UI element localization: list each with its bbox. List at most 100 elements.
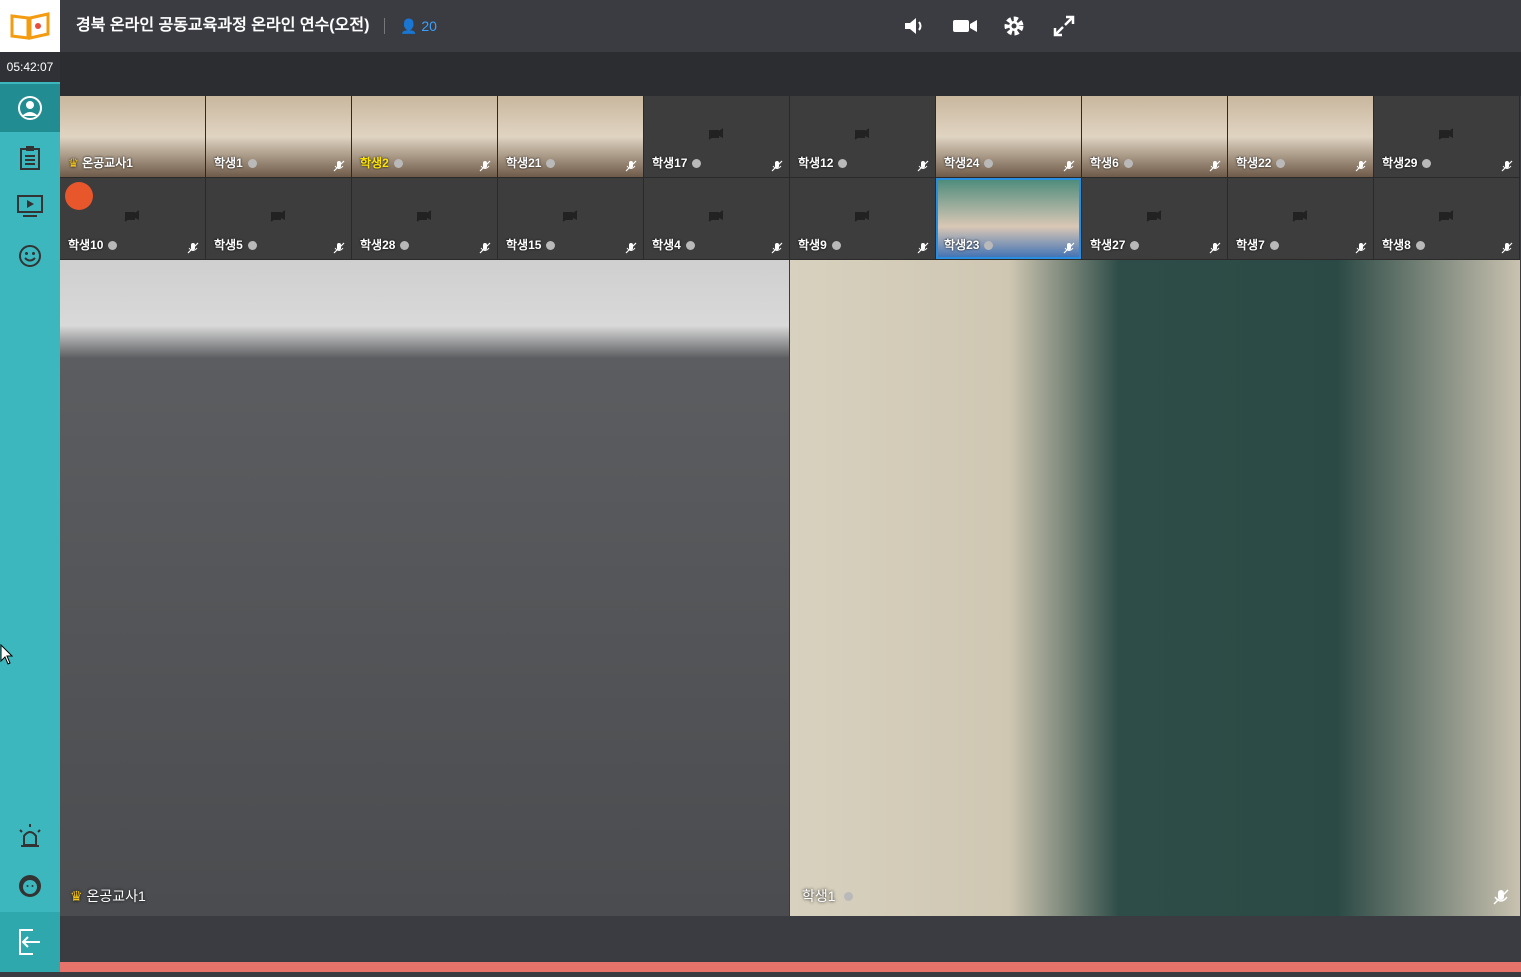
mic-muted-icon [333, 242, 345, 254]
settings-button[interactable] [1002, 14, 1028, 40]
bottom-bar [60, 916, 1521, 962]
participant-label: 학생9 [798, 236, 841, 253]
main-video-right[interactable]: 학생1 [790, 260, 1520, 916]
mic-muted-icon [625, 242, 637, 254]
participant-tile[interactable]: 학생8 [1374, 178, 1520, 260]
crown-icon: ♛ [70, 888, 83, 904]
sidebar-item-avatar[interactable] [12, 868, 48, 904]
status-dot [546, 241, 556, 250]
sidebar-item-screen-share[interactable] [12, 188, 48, 224]
participant-tile[interactable]: 학생1 [206, 96, 352, 178]
participant-name: 학생10 [68, 238, 104, 252]
status-dot [984, 159, 994, 168]
sidebar: 05:42:07 [0, 0, 60, 972]
participant-name: 학생4 [652, 238, 681, 252]
participant-name: 학생27 [1090, 238, 1126, 252]
page-title: 경북 온라인 공동교육과정 온라인 연수(오전) [76, 17, 370, 34]
speaker-button[interactable] [902, 14, 928, 40]
sidebar-item-profile[interactable] [0, 84, 60, 132]
profile-icon [18, 96, 42, 120]
status-dot [692, 159, 702, 168]
status-dot [1422, 159, 1432, 168]
participant-name: 학생9 [798, 238, 827, 252]
participant-tile[interactable]: 학생6 [1082, 96, 1228, 178]
participant-tile[interactable]: 학생23 [936, 178, 1082, 260]
camera-off-icon [124, 210, 140, 222]
main-video-left[interactable]: ♛ 온공교사1 [60, 260, 789, 916]
participant-name: 학생7 [1236, 238, 1265, 252]
participant-name: 학생17 [652, 156, 688, 170]
participant-label: 학생22 [1236, 154, 1286, 171]
exit-icon [19, 929, 40, 955]
participant-label: 학생29 [1382, 154, 1432, 171]
sidebar-item-clipboard[interactable] [12, 140, 48, 176]
exit-button[interactable] [0, 912, 60, 972]
participant-tile[interactable]: 학생2 [352, 96, 498, 178]
top-bar: 경북 온라인 공동교육과정 온라인 연수(오전) 👤 20 [60, 0, 1521, 52]
participant-tile[interactable]: 학생24 [936, 96, 1082, 178]
participant-tile[interactable]: 학생15 [498, 178, 644, 260]
speaker-icon [905, 18, 922, 34]
sidebar-item-emoji[interactable] [12, 238, 48, 274]
mic-muted-icon [1501, 160, 1513, 172]
camera-off-icon [1438, 128, 1454, 140]
status-dot [108, 241, 118, 250]
camera-off-icon [270, 210, 286, 222]
mic-muted-icon [1063, 242, 1075, 254]
participant-label: 학생15 [506, 236, 556, 253]
participant-tile[interactable]: 학생21 [498, 96, 644, 178]
camera-off-icon [854, 128, 870, 140]
main-video-right-label: 학생1 [802, 886, 854, 906]
participant-tile[interactable]: 학생17 [644, 96, 790, 178]
participant-label: 학생12 [798, 154, 848, 171]
main-video-right-name: 학생1 [802, 888, 836, 904]
status-dot [1123, 159, 1133, 168]
mic-muted-icon [771, 160, 783, 172]
participant-label: 학생24 [944, 154, 994, 171]
alarm-icon [19, 824, 41, 847]
participant-label: ♛ 온공교사1 [68, 154, 133, 171]
mic-muted-icon [1355, 160, 1367, 172]
camera-off-icon [1146, 210, 1162, 222]
mic-off-badge-icon [65, 182, 93, 210]
mic-muted-icon [1063, 160, 1075, 172]
participant-tile[interactable]: 학생22 [1228, 96, 1374, 178]
participant-label: 학생4 [652, 236, 695, 253]
participant-name: 학생6 [1090, 156, 1119, 170]
participant-tile[interactable]: 학생29 [1374, 96, 1520, 178]
participant-tile[interactable]: 학생27 [1082, 178, 1228, 260]
mic-muted-icon [1355, 242, 1367, 254]
participant-label: 학생27 [1090, 236, 1140, 253]
camera-button[interactable] [952, 14, 978, 40]
status-dot [393, 159, 403, 168]
participant-tile[interactable]: ♛ 온공교사1 [60, 96, 206, 178]
camera-off-icon [1438, 210, 1454, 222]
camera-off-icon [708, 210, 724, 222]
fullscreen-button[interactable] [1052, 14, 1078, 40]
status-dot [1276, 159, 1286, 168]
participant-tile[interactable]: 학생4 [644, 178, 790, 260]
mic-muted-icon [1493, 889, 1509, 905]
status-dot [685, 241, 695, 250]
sidebar-item-alarm[interactable] [12, 818, 48, 854]
participant-name: 학생5 [214, 238, 243, 252]
participant-count-value: 20 [421, 18, 437, 34]
mic-muted-icon [917, 242, 929, 254]
participant-grid: ♛ 온공교사1 학생1 학생2 학생21 학생17 학생12 학생24 학생6 학생22 학생29… [60, 96, 1520, 260]
camera-off-icon [708, 128, 724, 140]
participant-tile[interactable]: 학생28 [352, 178, 498, 260]
participant-label: 학생21 [506, 154, 556, 171]
video-camera-icon [953, 20, 977, 32]
participant-name: 학생1 [214, 156, 243, 170]
participant-tile[interactable]: 학생7 [1228, 178, 1374, 260]
participant-tile[interactable]: 학생12 [790, 96, 936, 178]
mic-muted-icon [625, 160, 637, 172]
mic-muted-icon [1501, 242, 1513, 254]
user-avatar-icon [19, 875, 41, 897]
participant-name: 학생8 [1382, 238, 1411, 252]
camera-off-icon [1292, 210, 1308, 222]
participant-tile[interactable]: 학생5 [206, 178, 352, 260]
participant-label: 학생23 [944, 236, 994, 253]
participant-tile[interactable]: 학생9 [790, 178, 936, 260]
status-dot [1130, 241, 1140, 250]
